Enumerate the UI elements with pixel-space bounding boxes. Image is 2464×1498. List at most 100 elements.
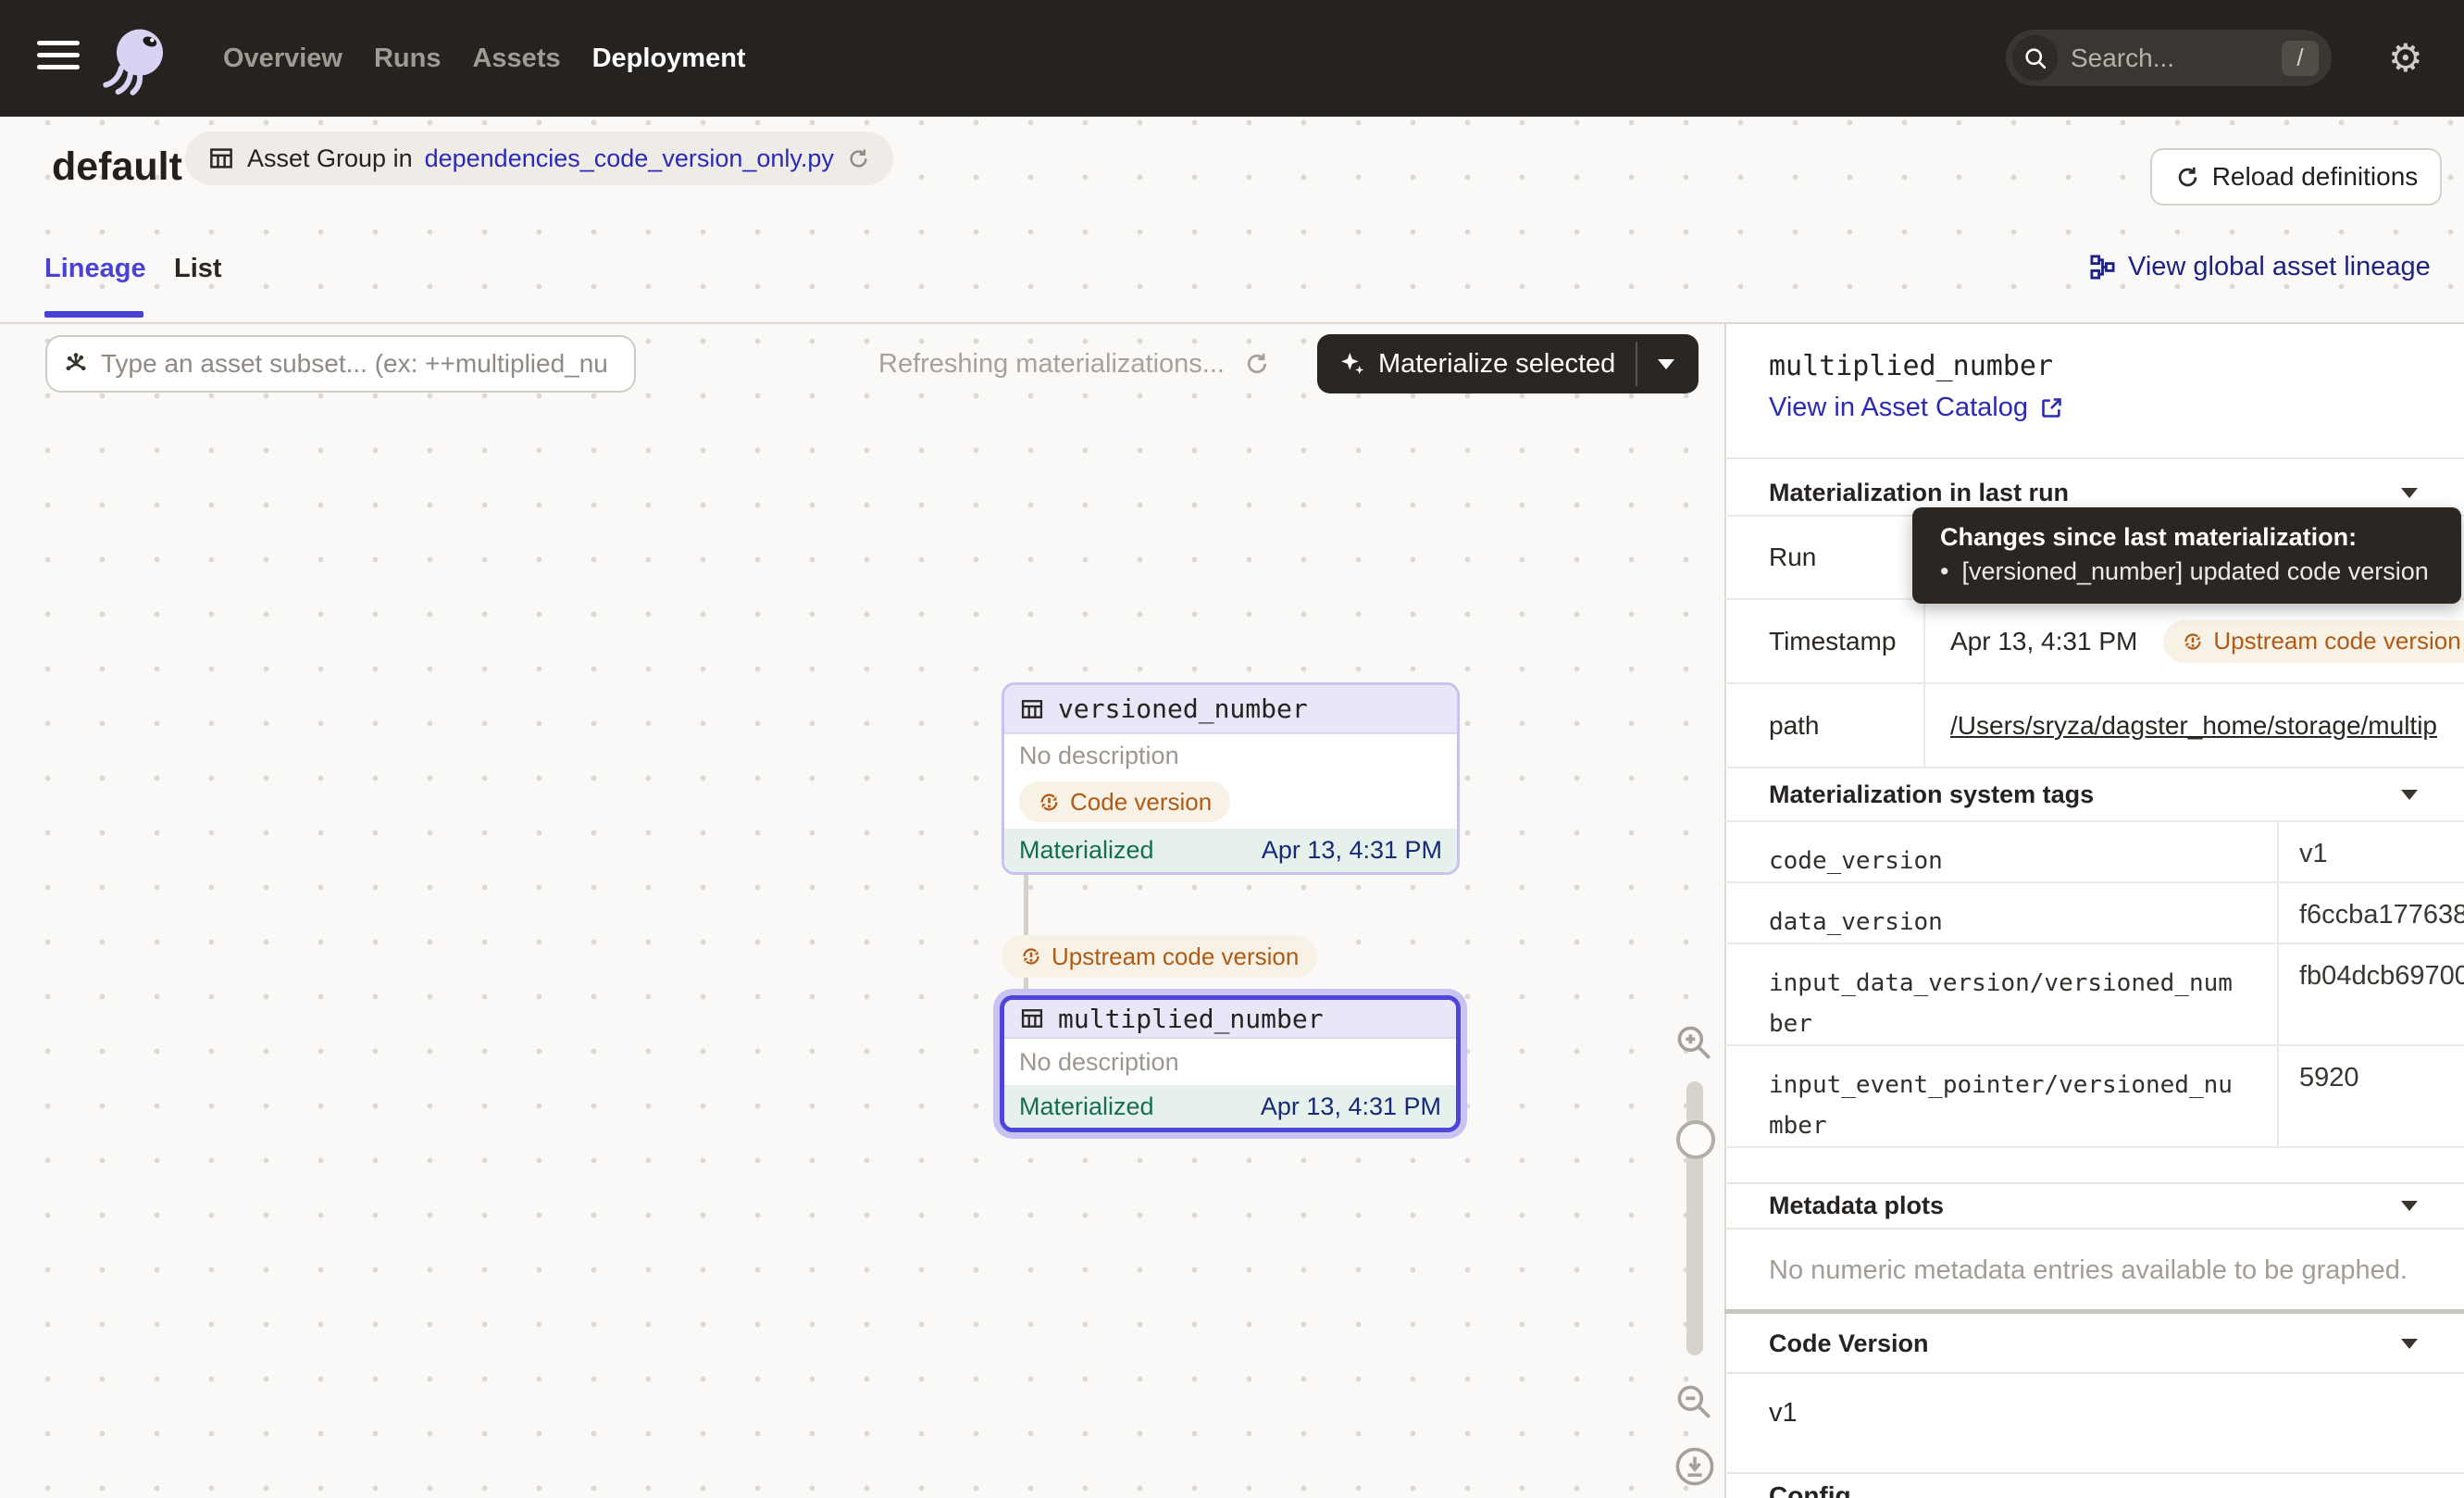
path-link[interactable]: /Users/sryza/dagster_home/storage/multip [1950, 711, 2437, 741]
sidebar-divider [1724, 1372, 2464, 1374]
upstream-code-version-badge: Upstream code version [2163, 620, 2464, 663]
nav-overview[interactable]: Overview [223, 44, 342, 74]
view-global-asset-lineage-label: View global asset lineage [2128, 252, 2431, 282]
run-row-key: Run [1724, 517, 1925, 600]
timestamp-value: Apr 13, 4:31 PM [1950, 627, 2137, 656]
nav-assets[interactable]: Assets [472, 44, 560, 74]
sparkle-icon [1338, 349, 1367, 379]
materialize-selected-label: Materialize selected [1378, 349, 1615, 380]
asset-group-prefix: Asset Group in [247, 144, 413, 173]
chevron-down-icon [2401, 1339, 2418, 1349]
tab-list[interactable]: List [174, 254, 222, 284]
main-area: default Asset Group in dependencies_code… [0, 117, 2464, 1498]
settings-gear-icon[interactable]: ⚙ [2388, 35, 2423, 81]
view-global-asset-lineage-link[interactable]: View global asset lineage [2088, 252, 2431, 282]
tag-value: 5920 [2279, 1046, 2464, 1148]
sidebar-asset-name: multiplied_number [1769, 350, 2053, 382]
upstream-code-version-badge: Upstream code version [1002, 935, 1317, 978]
metadata-plots-empty-message: No numeric metadata entries available to… [1769, 1255, 2408, 1286]
external-link-icon [2039, 395, 2064, 420]
sidebar-divider [1724, 457, 2464, 459]
system-tags-table: code_version v1 data_version f6ccba17763… [1724, 820, 2464, 1148]
reload-icon [2174, 164, 2201, 191]
section-header-label: Metadata plots [1769, 1192, 1944, 1220]
materialize-dropdown-button[interactable] [1637, 334, 1695, 393]
code-version-badge: Code version [1019, 781, 1230, 822]
chevron-down-icon [2401, 488, 2418, 498]
section-system-tags[interactable]: Materialization system tags [1769, 772, 2418, 817]
chevron-down-icon [2401, 790, 2418, 800]
page-title: default [52, 144, 182, 190]
tab-lineage[interactable]: Lineage [44, 254, 146, 284]
sidebar-section-divider [1724, 1309, 2464, 1314]
table-grid-icon [207, 144, 235, 172]
lineage-graph-icon [2088, 253, 2117, 281]
sidebar-divider [1724, 1472, 2464, 1474]
tag-key: data_version [1724, 883, 2279, 944]
hamburger-menu-icon[interactable] [37, 41, 80, 76]
asset-subset-filter[interactable] [45, 335, 636, 393]
tag-key: code_version [1724, 822, 2279, 883]
search-placeholder: Search... [2071, 44, 2282, 73]
upstream-code-version-label: Upstream code version [2213, 627, 2460, 655]
materialized-timestamp: Apr 13, 4:31 PM [1261, 1092, 1441, 1121]
tag-value: fb04dcb69700 [2279, 944, 2464, 1046]
zoom-slider-handle[interactable] [1676, 1120, 1715, 1159]
table-grid-icon [1019, 696, 1045, 722]
section-config[interactable]: Config [1769, 1481, 1851, 1498]
refresh-status-label: Refreshing materializations... [878, 349, 1225, 380]
top-nav-bar: Overview Runs Assets Deployment Search..… [0, 0, 2464, 117]
dagster-app: Overview Runs Assets Deployment Search..… [0, 0, 2464, 1498]
tag-value: v1 [2279, 822, 2464, 883]
zoom-in-icon[interactable] [1674, 1022, 1714, 1063]
materialized-status: Materialized [1019, 1092, 1154, 1121]
refresh-icon[interactable] [1243, 350, 1271, 378]
asset-node-versioned-number[interactable]: versioned_number No description Code ver… [1002, 682, 1460, 875]
reload-definitions-button[interactable]: Reload definitions [2150, 148, 2442, 206]
primary-nav: Overview Runs Assets Deployment [223, 0, 746, 117]
dagster-logo-icon[interactable] [98, 20, 172, 100]
materialize-selected-button[interactable]: Materialize selected [1317, 334, 1699, 393]
search-icon [2012, 35, 2058, 81]
asset-node-description: No description [1004, 1039, 1456, 1085]
upstream-code-version-label: Upstream code version [1052, 942, 1299, 971]
nav-runs[interactable]: Runs [374, 44, 442, 74]
table-grid-icon [1019, 1005, 1045, 1031]
code-version-value: v1 [1769, 1398, 1798, 1429]
path-row-key: path [1724, 684, 1925, 768]
section-metadata-plots[interactable]: Metadata plots [1769, 1184, 2418, 1228]
view-in-asset-catalog-link[interactable]: View in Asset Catalog [1769, 393, 2064, 423]
asset-group-chip: Asset Group in dependencies_code_version… [185, 131, 893, 185]
view-in-asset-catalog-label: View in Asset Catalog [1769, 393, 2028, 423]
tag-value: f6ccba177638 [2279, 883, 2464, 944]
asset-node-title: multiplied_number [1058, 1004, 1324, 1034]
reload-icon[interactable] [846, 146, 871, 171]
section-code-version[interactable]: Code Version [1769, 1316, 2418, 1371]
materialized-status: Materialized [1019, 836, 1154, 865]
asset-node-title: versioned_number [1058, 693, 1308, 724]
tooltip-title: Changes since last materialization: [1940, 523, 2433, 552]
timestamp-row-key: Timestamp [1724, 600, 1925, 684]
materialized-timestamp: Apr 13, 4:31 PM [1262, 836, 1442, 865]
code-version-badge-label: Code version [1070, 788, 1212, 817]
changes-tooltip: Changes since last materialization: • [v… [1912, 507, 2461, 604]
asset-node-multiplied-number[interactable]: multiplied_number No description Materia… [1000, 995, 1461, 1132]
sidebar-divider [1724, 1228, 2464, 1230]
section-header-label: Materialization in last run [1769, 479, 2069, 507]
asset-subset-input[interactable] [101, 349, 619, 379]
nav-deployment[interactable]: Deployment [592, 44, 746, 74]
active-tab-indicator [44, 311, 143, 318]
tag-key: input_event_pointer/versioned_number [1724, 1046, 2279, 1148]
tag-key: input_data_version/versioned_number [1724, 944, 2279, 1046]
code-file-link[interactable]: dependencies_code_version_only.py [425, 144, 834, 173]
chevron-down-icon [1658, 359, 1674, 369]
global-search[interactable]: Search... / [2006, 30, 2332, 86]
refresh-status: Refreshing materializations... [878, 335, 1271, 393]
section-header-label: Code Version [1769, 1329, 1929, 1358]
search-shortcut-badge: / [2282, 41, 2319, 76]
reload-definitions-label: Reload definitions [2212, 162, 2419, 192]
timestamp-row-value: Apr 13, 4:31 PM Upstream code version [1925, 600, 2464, 684]
chevron-down-icon [2401, 1201, 2418, 1211]
zoom-out-icon[interactable] [1674, 1381, 1714, 1422]
download-view-icon[interactable] [1673, 1444, 1717, 1489]
